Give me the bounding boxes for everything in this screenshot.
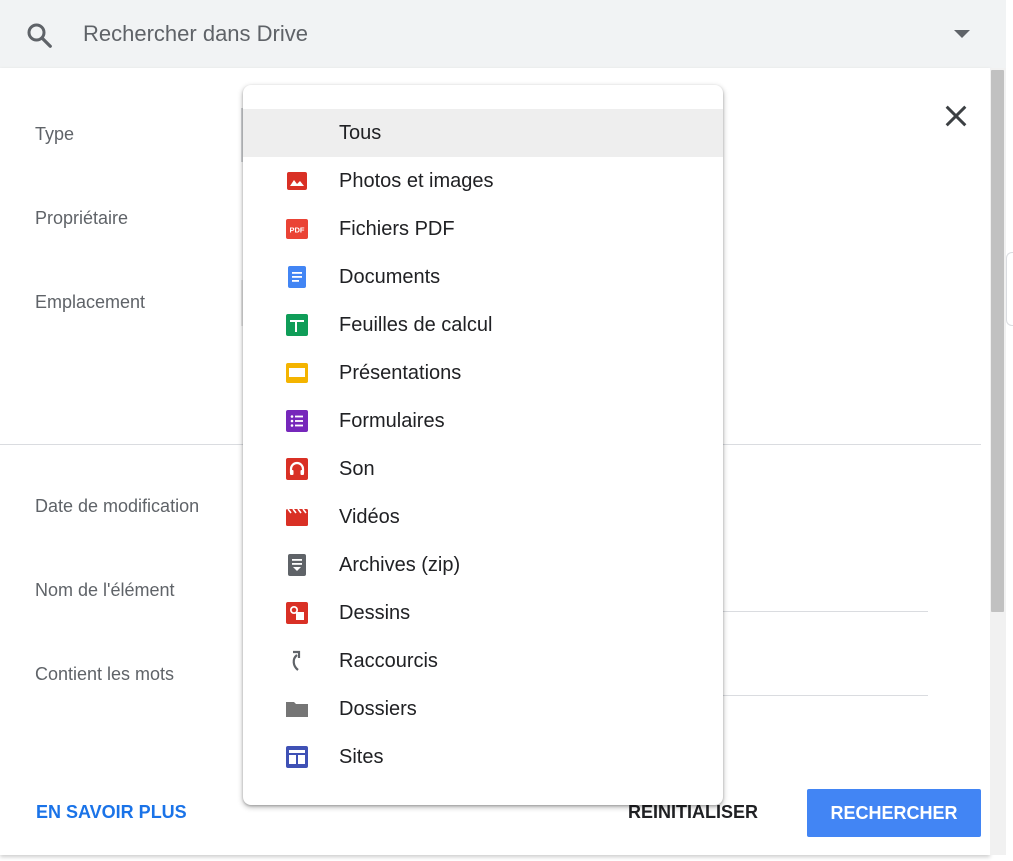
type-option-documents[interactable]: Documents	[243, 253, 723, 301]
sites-icon	[286, 746, 308, 768]
video-icon	[286, 508, 308, 526]
contains-words-label: Contient les mots	[35, 664, 175, 684]
forms-icon	[286, 410, 308, 432]
menu-item-label: Présentations	[339, 362, 462, 384]
folder-icon	[286, 702, 308, 717]
search-icon[interactable]	[24, 20, 54, 50]
close-icon[interactable]	[940, 100, 972, 132]
type-option-archives[interactable]: Archives (zip)	[243, 541, 723, 589]
pdf-icon: PDF	[286, 219, 308, 239]
type-option-pdf[interactable]: PDF Fichiers PDF	[243, 205, 723, 253]
search-input[interactable]: Rechercher dans Drive	[83, 21, 308, 47]
type-option-photos[interactable]: Photos et images	[243, 157, 723, 205]
search-button[interactable]: RECHERCHER	[807, 789, 981, 837]
search-bar[interactable]: Rechercher dans Drive	[0, 0, 1006, 68]
type-option-sites[interactable]: Sites	[243, 733, 723, 781]
menu-item-label: Vidéos	[339, 506, 400, 528]
svg-text:PDF: PDF	[290, 226, 305, 235]
menu-item-label: Documents	[339, 266, 441, 288]
menu-item-label: Formulaires	[339, 410, 445, 432]
shortcut-icon	[292, 650, 301, 671]
type-option-sheets[interactable]: Feuilles de calcul	[243, 301, 723, 349]
menu-item-label: Tous	[339, 122, 382, 144]
reset-button[interactable]: REINITIALISER	[628, 802, 758, 823]
type-option-videos[interactable]: Vidéos	[243, 493, 723, 541]
menu-item-label: Feuilles de calcul	[339, 314, 493, 336]
type-label: Type	[35, 124, 75, 144]
menu-item-label: Son	[339, 458, 375, 480]
menu-item-label: Sites	[339, 746, 384, 768]
menu-item-label: Fichiers PDF	[339, 218, 455, 240]
sheets-icon	[286, 314, 308, 336]
menu-item-label: Archives (zip)	[339, 554, 461, 576]
type-option-forms[interactable]: Formulaires	[243, 397, 723, 445]
item-name-input[interactable]	[723, 611, 928, 612]
learn-more-link[interactable]: EN SAVOIR PLUS	[36, 802, 187, 823]
location-label: Emplacement	[35, 292, 146, 312]
item-name-label: Nom de l'élément	[35, 580, 175, 600]
drawings-icon	[286, 602, 308, 624]
scrollbar-thumb[interactable]	[991, 70, 1004, 612]
modified-date-label: Date de modification	[35, 496, 200, 516]
type-dropdown-menu: Tous Photos et images PDF Fichiers PDF D…	[243, 85, 723, 805]
image-icon	[287, 172, 307, 190]
type-option-tous[interactable]: Tous	[243, 109, 723, 157]
type-option-folders[interactable]: Dossiers	[243, 685, 723, 733]
type-option-shortcuts[interactable]: Raccourcis	[243, 637, 723, 685]
docs-icon	[288, 266, 306, 288]
audio-icon	[286, 458, 308, 480]
contains-words-input[interactable]	[723, 695, 928, 696]
menu-item-label: Dossiers	[339, 698, 417, 720]
search-options-arrow-icon[interactable]	[954, 30, 970, 38]
archive-icon	[288, 554, 306, 576]
type-option-presentations[interactable]: Présentations	[243, 349, 723, 397]
menu-item-label: Raccourcis	[339, 650, 438, 672]
type-option-drawings[interactable]: Dessins	[243, 589, 723, 637]
side-panel-tab[interactable]	[1006, 252, 1013, 326]
slides-icon	[286, 363, 308, 383]
type-option-audio[interactable]: Son	[243, 445, 723, 493]
menu-item-label: Photos et images	[339, 170, 494, 192]
owner-label: Propriétaire	[35, 208, 129, 228]
menu-item-label: Dessins	[339, 602, 411, 624]
